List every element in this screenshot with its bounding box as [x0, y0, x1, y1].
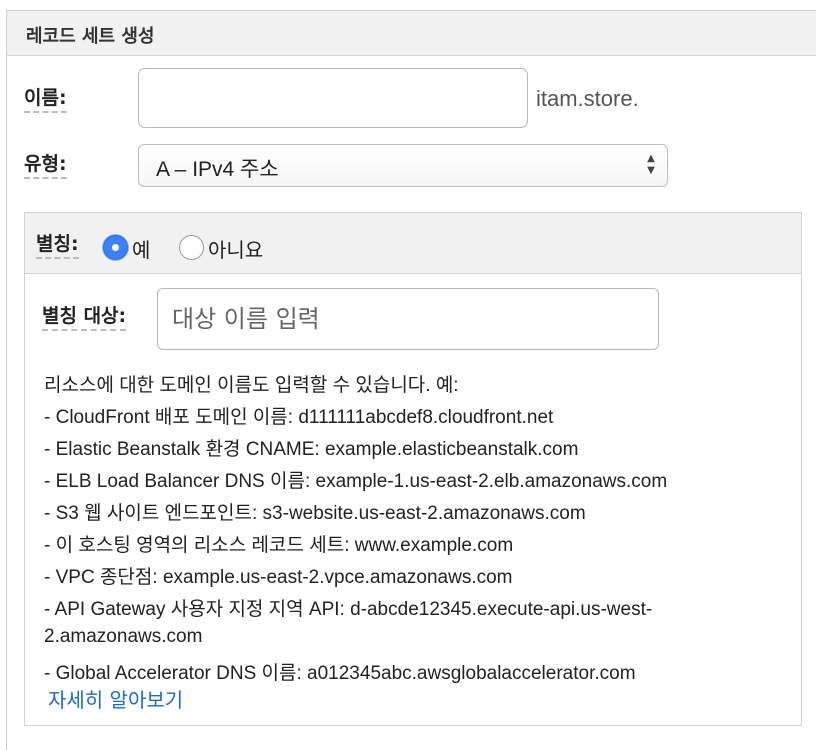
panel-header: 레코드 세트 생성	[7, 11, 816, 56]
type-select[interactable]: A – IPv4 주소 ▲ ▼	[138, 144, 668, 187]
info-line: - CloudFront 배포 도메인 이름: d111111abcdef8.c…	[44, 407, 554, 428]
alias-label: 별칭:	[36, 233, 79, 259]
learn-more-link[interactable]: 자세히 알아보기	[48, 684, 183, 713]
alias-target-label: 별칭 대상:	[42, 305, 127, 331]
alias-no-radio[interactable]	[179, 235, 204, 260]
info-line: - Global Accelerator DNS 이름: a012345abc.…	[44, 663, 636, 684]
type-label: 유형:	[24, 153, 67, 179]
info-intro: 리소스에 대한 도메인 이름도 입력할 수 있습니다. 예:	[44, 375, 459, 396]
info-line: 2.amazonaws.com	[44, 626, 203, 647]
info-line: - S3 웹 사이트 엔드포인트: s3-website.us-east-2.a…	[44, 503, 586, 524]
alias-no-label[interactable]: 아니요	[208, 234, 263, 263]
domain-suffix: itam.store.	[536, 86, 639, 111]
select-arrows-icon: ▲ ▼	[647, 153, 655, 176]
info-line: - VPC 종단점: example.us-east-2.vpce.amazon…	[44, 567, 513, 588]
info-line: - ELB Load Balancer DNS 이름: example-1.us…	[44, 471, 668, 492]
info-line: - 이 호스팅 영역의 리소스 레코드 세트: www.example.com	[44, 535, 514, 556]
alias-yes-radio[interactable]	[103, 235, 128, 260]
type-selected-value: A – IPv4 주소	[156, 158, 279, 181]
name-label: 이름:	[24, 87, 67, 113]
name-input[interactable]	[138, 68, 528, 128]
info-line: - API Gateway 사용자 지정 지역 API: d-abcde1234…	[44, 599, 653, 620]
alias-target-input[interactable]	[157, 288, 659, 350]
info-line: - Elastic Beanstalk 환경 CNAME: example.el…	[44, 439, 579, 460]
panel-title: 레코드 세트 생성	[26, 26, 155, 47]
alias-yes-label[interactable]: 예	[132, 234, 150, 263]
